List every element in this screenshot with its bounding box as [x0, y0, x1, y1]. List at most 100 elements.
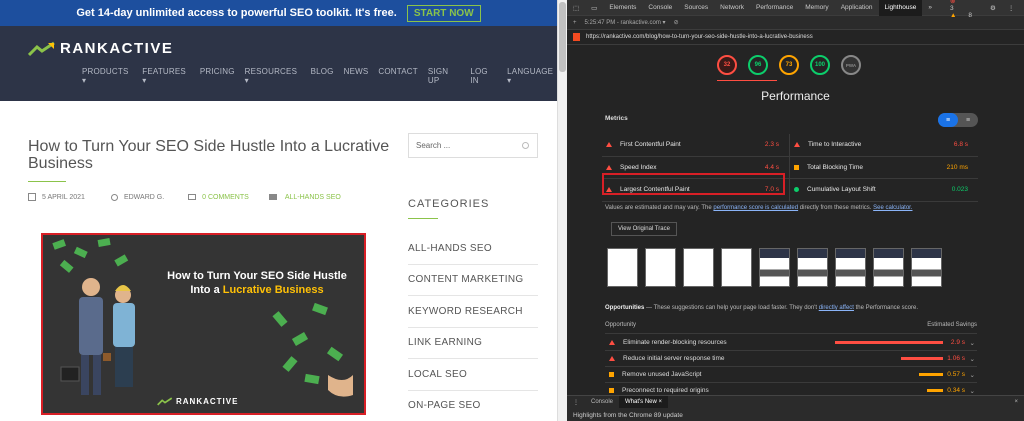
savings-column: Estimated Savings [927, 322, 977, 328]
nav-language[interactable]: LANGUAGE ▾ [507, 67, 557, 85]
search-placeholder: Search ... [416, 141, 451, 150]
search-input[interactable]: Search ... [408, 133, 538, 158]
nav-news[interactable]: NEWS [344, 67, 369, 85]
console-drawer: ⋮ Console What's New × × Highlights from… [567, 395, 1024, 421]
opportunity-row[interactable]: Remove unused JavaScript 0.57 s ⌄ [605, 367, 977, 383]
opportunity-row[interactable]: Reduce initial server response time 1.06 … [605, 351, 977, 367]
site-logo[interactable]: RANKACTIVE [28, 40, 173, 57]
opportunity-row[interactable]: Eliminate render-blocking resources 2.9 s… [605, 335, 977, 351]
nav-log-in[interactable]: LOG IN [470, 67, 497, 85]
new-report-icon[interactable]: + [573, 20, 577, 26]
chevron-down-icon[interactable]: ⌄ [970, 355, 975, 363]
score-gauge[interactable]: 32 [717, 55, 737, 75]
hero-image: How to Turn Your SEO Side Hustle Into a … [41, 233, 366, 415]
drawer-menu-icon[interactable]: ⋮ [567, 399, 585, 406]
tab-elements[interactable]: Elements [603, 4, 642, 11]
kebab-menu-icon[interactable]: ⋮ [1002, 4, 1021, 12]
calculator-link[interactable]: See calculator. [873, 205, 912, 211]
nav-sign-up[interactable]: SIGN UP [428, 67, 460, 85]
savings-value: 0.57 s [947, 371, 965, 378]
report-url[interactable]: https://rankactive.com/blog/how-to-turn-… [586, 34, 813, 40]
nav-blog[interactable]: BLOG [311, 67, 334, 85]
promo-banner: Get 14-day unlimited access to powerful … [0, 0, 557, 26]
nav-contact[interactable]: CONTACT [378, 67, 417, 85]
view-original-trace-button[interactable]: View Original Trace [611, 222, 677, 236]
article-date: 5 APRIL 2021 [42, 193, 85, 201]
error-icon: ⊗ [949, 0, 956, 5]
clear-icon[interactable]: ⊘ [674, 19, 679, 26]
metric-value: 0.023 [951, 186, 968, 194]
tab-memory[interactable]: Memory [799, 4, 834, 11]
expanded-view-icon[interactable]: ≡ [958, 113, 978, 127]
tab-console[interactable]: Console [642, 4, 678, 11]
hero-logo: RANKACTIVE [157, 397, 238, 406]
lighthouse-icon [573, 33, 580, 41]
filmstrip-frame [683, 248, 714, 287]
report-selector[interactable]: 5:25:47 PM - rankactive.com ▾ [585, 19, 666, 26]
fail-triangle-icon [606, 142, 612, 148]
metric-item: Total Blocking Time 210 ms [790, 157, 978, 179]
metric-label: Time to Interactive [808, 141, 862, 149]
more-tabs-icon[interactable]: » [922, 4, 938, 11]
hero-line-1: How to Turn Your SEO Side Hustle [167, 270, 347, 282]
article-comments[interactable]: 0 COMMENTS [202, 194, 249, 201]
opportunity-label: Reduce initial server response time [623, 355, 725, 362]
nav-products[interactable]: PRODUCTS ▾ [82, 67, 132, 85]
nav-pricing[interactable]: PRICING [200, 67, 235, 85]
lcp-highlight-box [602, 173, 785, 195]
start-now-button[interactable]: START NOW [406, 4, 481, 22]
gear-icon[interactable]: ⚙ [984, 4, 1002, 12]
metric-value: 2.3 s [764, 141, 779, 149]
close-icon[interactable]: × [1020, 4, 1024, 11]
category-item[interactable]: ON-PAGE SEO [408, 391, 538, 421]
score-gauge[interactable]: PWA [841, 55, 861, 75]
drawer-tab-console[interactable]: Console [585, 399, 619, 405]
chevron-down-icon[interactable]: ⌄ [970, 387, 975, 395]
drawer-close-icon[interactable]: × [1008, 399, 1024, 405]
article-author[interactable]: EDWARD G. [124, 194, 164, 201]
tab-network[interactable]: Network [714, 4, 750, 11]
category-item[interactable]: LOCAL SEO [408, 359, 538, 391]
score-calc-link[interactable]: performance score is calculated [713, 205, 798, 211]
article-category[interactable]: ALL-HANDS SEO [285, 194, 341, 201]
score-gauge[interactable]: 96 [748, 55, 768, 75]
score-gauge[interactable]: 73 [779, 55, 799, 75]
main-nav: PRODUCTS ▾ FEATURES ▾ PRICING RESOURCES … [82, 67, 557, 85]
error-count[interactable]: ⊗ 3 ▲ 8 [938, 0, 984, 19]
compact-view-icon[interactable]: ≡ [938, 113, 958, 127]
tab-sources[interactable]: Sources [678, 4, 714, 11]
search-icon[interactable] [522, 142, 529, 149]
scrollbar-thumb[interactable] [559, 2, 566, 72]
metrics-view-toggle[interactable]: ≡ ≡ [938, 113, 978, 127]
filmstrip-frame [873, 248, 904, 287]
pass-circle-icon [794, 187, 799, 193]
category-item[interactable]: LINK EARNING [408, 328, 538, 359]
tab-lighthouse[interactable]: Lighthouse [878, 0, 923, 16]
chevron-down-icon[interactable]: ⌄ [970, 371, 975, 379]
website-viewport: Get 14-day unlimited access to powerful … [0, 0, 557, 421]
page-scrollbar[interactable] [557, 0, 567, 421]
score-gauge[interactable]: 100 [810, 55, 830, 75]
category-item[interactable]: CONTENT MARKETING [408, 265, 538, 296]
article-title: How to Turn Your SEO Side Hustle Into a … [28, 138, 390, 172]
user-icon [110, 193, 118, 201]
score-gauges: 32 96 73 100 PWA [717, 55, 861, 75]
hero-line-2: Into a Lucrative Business [157, 283, 357, 297]
tab-performance[interactable]: Performance [750, 4, 799, 11]
nav-resources[interactable]: RESOURCES ▾ [245, 67, 301, 85]
title-underline [28, 181, 66, 182]
tab-application[interactable]: Application [835, 4, 879, 11]
hero-headline: How to Turn Your SEO Side Hustle Into a … [157, 269, 357, 297]
drawer-tab-whats-new[interactable]: What's New × [619, 396, 669, 408]
directly-affect-link[interactable]: directly affect [819, 305, 854, 311]
device-toggle-icon[interactable]: ▭ [585, 4, 603, 12]
warning-count-value: 8 [968, 11, 972, 19]
average-square-icon [609, 372, 614, 377]
hero-logo-text: RANKACTIVE [176, 397, 239, 406]
nav-features[interactable]: FEATURES ▾ [142, 67, 190, 85]
category-item[interactable]: KEYWORD RESEARCH [408, 296, 538, 328]
opportunity-column: Opportunity [605, 322, 637, 328]
category-item[interactable]: ALL-HANDS SEO [408, 233, 538, 265]
inspect-icon[interactable]: ⬚ [567, 4, 585, 12]
chevron-down-icon[interactable]: ⌄ [970, 339, 975, 347]
